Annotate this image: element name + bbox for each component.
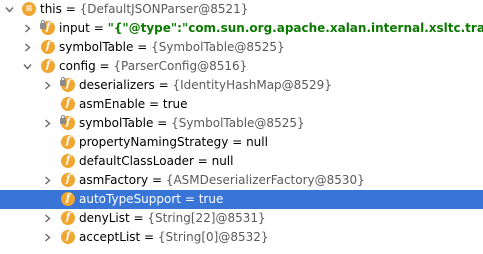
variable-name: symbolTable [79,116,154,130]
tree-row-label: input = "{"@type":"com.sun.org.apache.xa… [59,21,483,36]
variable-value: true [162,97,188,111]
equals-sign: = [154,78,173,92]
chevron-down-icon[interactable] [23,62,32,71]
variable-name: asmEnable [79,97,146,111]
tree-row-label: defaultClassLoader = null [79,154,233,169]
tree-row-label: asmEnable = true [79,97,188,112]
tree-row-label: config = {ParserConfig@8516} [59,59,247,74]
equals-sign: = [193,154,212,168]
chevron-right-icon[interactable] [23,43,32,52]
tree-row-asmfactory[interactable]: f asmFactory = {ASMDeserializerFactory@85… [0,171,483,190]
tree-row-symboltable[interactable]: f symbolTable = {SymbolTable@8525} [0,38,483,57]
variable-name: autoTypeSupport [79,192,182,206]
tree-row-acceptlist[interactable]: f acceptList = {String[0]@8532} [0,228,483,247]
equals-sign: = [148,173,166,187]
tree-row-label: autoTypeSupport = true [79,192,223,207]
equals-sign: = [228,135,247,149]
tree-row-defaultclassloader[interactable]: f defaultClassLoader = null [0,152,483,171]
tree-row-label: acceptList = {String[0]@8532} [79,230,269,245]
equals-sign: = [145,97,163,111]
variable-value: null [246,135,268,149]
tree-row-config[interactable]: f config = {ParserConfig@8516} [0,57,483,76]
chevron-down-icon[interactable] [5,5,14,14]
variable-value: {ASMDeserializerFactory@8530} [165,173,365,187]
equals-sign: = [89,21,108,35]
equals-sign: = [181,192,199,206]
tree-row-propertynamingstrategy[interactable]: f propertyNamingStrategy = null [0,133,483,152]
variable-value: {ParserConfig@8516} [113,59,248,73]
variable-name: defaultClassLoader [79,154,194,168]
chevron-right-icon[interactable] [23,24,32,33]
variable-value: {DefaultJSONParser@8521} [79,2,249,16]
field-icon: f [61,173,75,187]
variable-name: acceptList [79,230,141,244]
field-icon: f [41,40,55,54]
tree-row-label: deserializers = {IdentityHashMap@8529} [79,78,332,93]
tree-row-asmenable[interactable]: f asmEnable = true [0,95,483,114]
tree-row-label: denyList = {String[22]@8531} [79,211,266,226]
variable-value: "{"@type":"com.sun.org.apache.xalan.inte… [107,21,483,35]
variable-name: symbolTable [59,40,134,54]
equals-sign: = [129,211,148,225]
equals-sign: = [61,2,80,16]
field-icon: f [61,192,75,206]
tree-row-autotypesupport[interactable]: f autoTypeSupport = true [0,190,483,209]
equals-sign: = [133,40,152,54]
tree-row-label: asmFactory = {ASMDeserializerFactory@853… [79,173,365,188]
lock-icon [40,20,46,29]
tree-row-label: this = {DefaultJSONParser@8521} [40,2,248,17]
chevron-right-icon[interactable] [43,233,52,242]
variable-name: denyList [79,211,130,225]
field-icon: f [61,154,75,168]
tree-row-deserializers[interactable]: f deserializers = {IdentityHashMap@8529} [0,76,483,95]
field-icon: f [61,211,75,225]
tree-row-symboltable[interactable]: f symbolTable = {SymbolTable@8525} [0,114,483,133]
object-icon: ≡ [22,2,36,16]
variable-name: config [59,59,96,73]
tree-row-label: symbolTable = {SymbolTable@8525} [79,116,305,131]
field-icon: f [61,135,75,149]
chevron-right-icon[interactable] [43,214,52,223]
tree-row-label: symbolTable = {SymbolTable@8525} [59,40,285,55]
variables-tree: ≡ this = {DefaultJSONParser@8521} f input =… [0,0,483,254]
variable-value: {IdentityHashMap@8529} [172,78,332,92]
tree-row-denylist[interactable]: f denyList = {String[22]@8531} [0,209,483,228]
variable-name: input [59,21,90,35]
field-icon: f [61,230,75,244]
lock-icon [60,115,66,124]
variable-name: asmFactory [79,173,149,187]
equals-sign: = [95,59,114,73]
field-icon: f [41,59,55,73]
chevron-right-icon[interactable] [43,81,52,90]
field-icon: f [61,97,75,111]
lock-icon [60,77,66,86]
variable-name: propertyNamingStrategy [79,135,229,149]
variable-value: null [211,154,234,168]
variable-value: true [198,192,224,206]
variable-name: this [40,2,62,16]
chevron-right-icon[interactable] [43,176,52,185]
equals-sign: = [140,230,158,244]
equals-sign: = [153,116,172,130]
tree-row-label: propertyNamingStrategy = null [79,135,268,150]
variable-name: deserializers [79,78,155,92]
variable-value: {String[22]@8531} [147,211,266,225]
variable-value: {SymbolTable@8525} [171,116,305,130]
variable-value: {String[0]@8532} [157,230,269,244]
chevron-right-icon[interactable] [43,119,52,128]
tree-row-this[interactable]: ≡ this = {DefaultJSONParser@8521} [0,0,483,19]
tree-row-input[interactable]: f input = "{"@type":"com.sun.org.apache.x… [0,19,483,38]
variable-value: {SymbolTable@8525} [151,40,285,54]
